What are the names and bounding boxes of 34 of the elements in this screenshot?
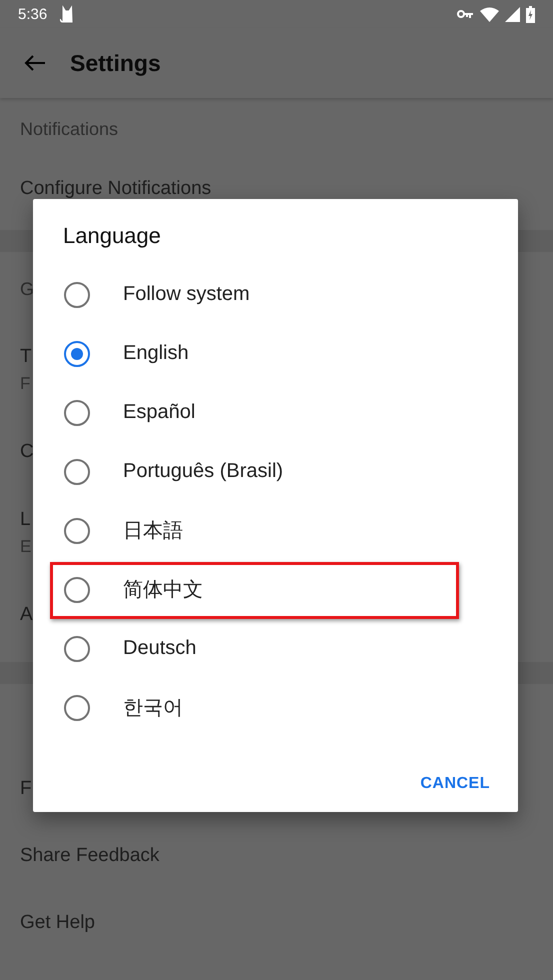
radio-button[interactable]: [64, 400, 90, 426]
radio-button[interactable]: [64, 694, 90, 720]
option-label[interactable]: 日本語: [123, 517, 183, 544]
radio-button[interactable]: [64, 458, 90, 484]
cancel-button[interactable]: CANCEL: [416, 767, 494, 801]
option-label[interactable]: Follow system: [123, 283, 250, 306]
option-label[interactable]: 简体中文: [123, 576, 203, 603]
option-label[interactable]: English: [123, 342, 189, 365]
option-row[interactable]: Follow system: [33, 265, 518, 324]
radio-button[interactable]: [64, 340, 90, 366]
radio-button[interactable]: [64, 518, 90, 544]
wifi-icon: [480, 6, 499, 22]
option-row[interactable]: Deutsch: [33, 619, 518, 678]
screen-title: Settings: [70, 50, 161, 76]
option-row[interactable]: 한국어: [33, 678, 518, 737]
option-label[interactable]: Español: [123, 401, 196, 424]
battery-charging-icon: [526, 6, 535, 22]
option-label[interactable]: 한국어: [123, 694, 183, 721]
signal-icon: [505, 6, 520, 22]
key-icon: [457, 9, 474, 19]
radio-button[interactable]: [64, 576, 90, 602]
option-label[interactable]: Português (Brasil): [123, 460, 284, 483]
option-row[interactable]: 日本語: [33, 501, 518, 560]
radio-button[interactable]: [64, 282, 90, 308]
back-arrow-icon[interactable]: [24, 54, 46, 72]
option-row[interactable]: Español: [33, 383, 518, 442]
dialog-title: Language: [62, 223, 162, 250]
cat-icon: [59, 5, 76, 23]
section-header: Notifications: [20, 118, 118, 140]
status-time: 5:36: [18, 6, 48, 22]
option-label[interactable]: Deutsch: [123, 637, 196, 660]
option-row[interactable]: English: [33, 324, 518, 383]
radio-button[interactable]: [64, 636, 90, 662]
option-row[interactable]: Português (Brasil): [33, 442, 518, 501]
